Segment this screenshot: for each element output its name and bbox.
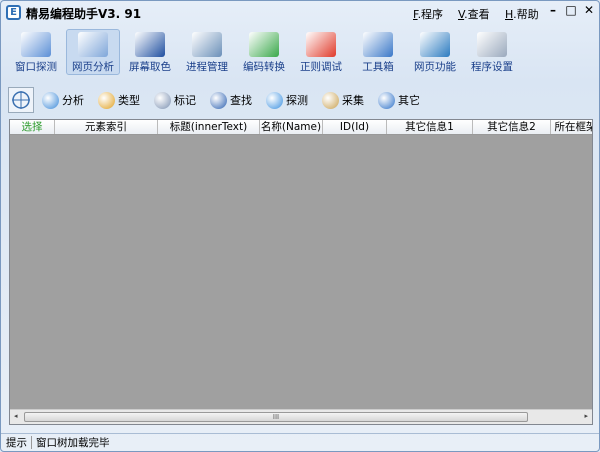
toolbar-button-regex[interactable]: 正则调试 xyxy=(294,29,348,75)
sub-toolbar-button-target[interactable]: 探测 xyxy=(266,91,308,109)
toolbox-icon xyxy=(363,32,393,57)
toolbar-button-color-picker[interactable]: 屏幕取色 xyxy=(123,29,177,75)
scroll-left-arrow[interactable]: ◂ xyxy=(14,412,18,420)
sub-toolbar-label: 分析 xyxy=(62,94,84,107)
status-bar: 提示 窗口树加载完毕 xyxy=(1,433,599,451)
mark-icon xyxy=(154,91,171,109)
sub-toolbar-button-binoculars[interactable]: 查找 xyxy=(210,91,252,109)
toolbar-button-label: 编码转换 xyxy=(243,61,285,73)
toolbar-button-label: 进程管理 xyxy=(186,61,228,73)
ie-icon xyxy=(98,91,115,109)
column-header[interactable]: 所在框架 xyxy=(551,120,593,134)
window-title: 精易编程助手V3. 91 xyxy=(26,7,142,21)
menu-view[interactable]: V.查看 xyxy=(458,6,490,22)
globe-icon xyxy=(420,32,450,57)
toolbar-button-window-probe[interactable]: 窗口探测 xyxy=(9,29,63,75)
toolbar-button-label: 程序设置 xyxy=(471,61,513,73)
status-message: 窗口树加载完毕 xyxy=(36,437,110,449)
sub-toolbar-label: 其它 xyxy=(398,94,420,107)
toolbar-button-label: 正则调试 xyxy=(300,61,342,73)
web-analyze-icon xyxy=(78,32,108,57)
column-header[interactable]: 元素索引 xyxy=(55,120,158,134)
toolbar-button-process[interactable]: 进程管理 xyxy=(180,29,234,75)
toolbar-button-label: 工具箱 xyxy=(362,61,394,73)
sub-toolbar-button-mark[interactable]: 标记 xyxy=(154,91,196,109)
crosshair-icon xyxy=(12,91,30,109)
toolbar-button-label: 网页功能 xyxy=(414,61,456,73)
maximize-button[interactable]: □ xyxy=(562,3,580,21)
menu-help[interactable]: H.帮助 xyxy=(505,6,539,22)
sub-toolbar-label: 标记 xyxy=(174,94,196,107)
horizontal-scrollbar[interactable]: ◂ III ▸ xyxy=(10,409,592,424)
toolbar-button-toolbox[interactable]: 工具箱 xyxy=(351,29,405,75)
sub-toolbar-label: 类型 xyxy=(118,94,140,107)
sub-toolbar: 分析 类型 标记 查找 探测 采集 其它 xyxy=(8,86,434,114)
crosshair-probe-button[interactable] xyxy=(8,87,34,113)
main-window: E 精易编程助手V3. 91 F.程序 V.查看 H.帮助 – □ ✕ 窗口探测… xyxy=(0,0,600,452)
column-header[interactable]: 标题(innerText) xyxy=(158,120,260,134)
target-icon xyxy=(266,91,283,109)
menu-program[interactable]: F.程序 xyxy=(413,6,443,22)
toolbar-button-globe[interactable]: 网页功能 xyxy=(408,29,462,75)
main-toolbar: 窗口探测 网页分析 屏幕取色 进程管理 编码转换 正则调试 工具箱 网页功能 程序设置 xyxy=(9,29,522,75)
regex-icon xyxy=(306,32,336,57)
process-icon xyxy=(192,32,222,57)
encode-icon xyxy=(249,32,279,57)
scrollbar-thumb[interactable]: III xyxy=(24,412,528,422)
minimize-button[interactable]: – xyxy=(544,3,562,21)
sub-toolbar-button-ie[interactable]: 类型 xyxy=(98,91,140,109)
magnify-icon xyxy=(42,91,59,109)
column-header[interactable]: ID(Id) xyxy=(323,120,387,134)
toolbar-button-encode[interactable]: 编码转换 xyxy=(237,29,291,75)
status-divider xyxy=(31,436,32,449)
element-table[interactable]: 选择 元素索引 标题(innerText) 名称(Name) ID(Id) 其它信息1 其它… xyxy=(9,119,593,425)
sub-toolbar-label: 查找 xyxy=(230,94,252,107)
binoculars-icon xyxy=(210,91,227,109)
toolbar-button-label: 屏幕取色 xyxy=(129,61,171,73)
column-header[interactable]: 名称(Name) xyxy=(260,120,323,134)
column-header[interactable]: 其它信息1 xyxy=(387,120,473,134)
sub-toolbar-button-gear[interactable]: 其它 xyxy=(378,91,420,109)
collect-icon xyxy=(322,91,339,109)
toolbar-button-web-analyze[interactable]: 网页分析 xyxy=(66,29,120,75)
scroll-right-arrow[interactable]: ▸ xyxy=(584,412,588,420)
sub-toolbar-button-magnify[interactable]: 分析 xyxy=(42,91,84,109)
color-picker-icon xyxy=(135,32,165,57)
toolbar-button-settings[interactable]: 程序设置 xyxy=(465,29,519,75)
close-button[interactable]: ✕ xyxy=(580,3,598,21)
toolbar-button-label: 窗口探测 xyxy=(15,61,57,73)
gear-icon xyxy=(378,91,395,109)
sub-toolbar-button-collect[interactable]: 采集 xyxy=(322,91,364,109)
app-logo-icon: E xyxy=(6,5,21,20)
toolbar-button-label: 网页分析 xyxy=(72,61,114,73)
sub-toolbar-label: 采集 xyxy=(342,94,364,107)
column-header[interactable]: 选择 xyxy=(10,120,55,134)
sub-toolbar-label: 探测 xyxy=(286,94,308,107)
table-header: 选择 元素索引 标题(innerText) 名称(Name) ID(Id) 其它信息1 其它… xyxy=(10,120,593,135)
title-bar: E 精易编程助手V3. 91 F.程序 V.查看 H.帮助 – □ ✕ xyxy=(1,1,599,25)
settings-icon xyxy=(477,32,507,57)
status-label: 提示 xyxy=(6,437,27,449)
column-header[interactable]: 其它信息2 xyxy=(473,120,551,134)
window-probe-icon xyxy=(21,32,51,57)
